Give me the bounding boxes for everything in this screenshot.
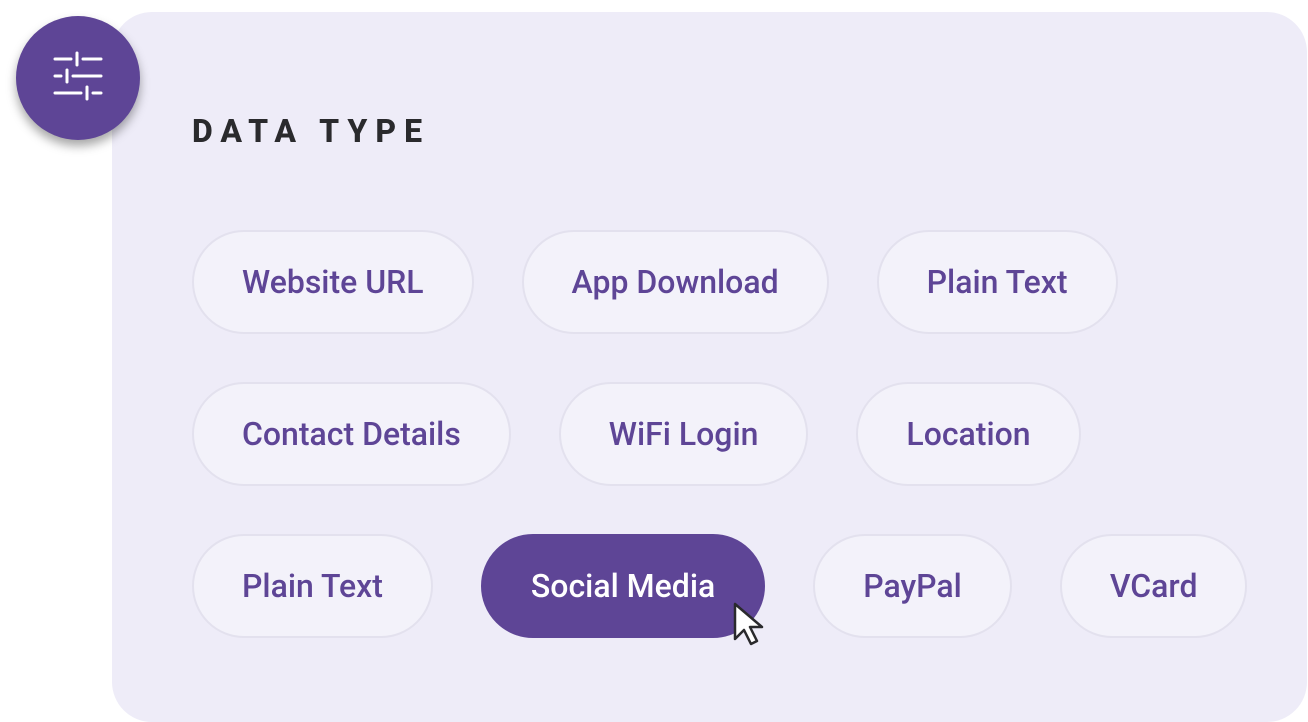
options-row-2: Contact Details WiFi Login Location [192, 382, 1237, 486]
option-label: Plain Text [242, 567, 383, 605]
option-wifi-login[interactable]: WiFi Login [559, 382, 809, 486]
options-row-3: Plain Text Social Media PayPal VCard [192, 534, 1237, 638]
option-label: Social Media [531, 567, 715, 605]
options-container: Website URL App Download Plain Text Cont… [192, 230, 1237, 638]
option-location[interactable]: Location [856, 382, 1080, 486]
option-vcard[interactable]: VCard [1060, 534, 1248, 638]
option-label: Location [906, 415, 1030, 453]
options-row-1: Website URL App Download Plain Text [192, 230, 1237, 334]
panel-heading: DATA TYPE [192, 112, 1237, 150]
option-contact-details[interactable]: Contact Details [192, 382, 511, 486]
cursor-icon [732, 601, 768, 651]
option-social-media[interactable]: Social Media [481, 534, 765, 638]
option-paypal[interactable]: PayPal [813, 534, 1012, 638]
option-label: PayPal [863, 567, 962, 605]
option-label: App Download [572, 263, 779, 301]
option-label: Contact Details [242, 415, 461, 453]
option-plain-text[interactable]: Plain Text [877, 230, 1118, 334]
option-label: VCard [1110, 567, 1198, 605]
option-plain-text-2[interactable]: Plain Text [192, 534, 433, 638]
option-label: Website URL [242, 263, 424, 301]
option-label: Plain Text [927, 263, 1068, 301]
settings-badge[interactable] [16, 16, 140, 140]
option-label: WiFi Login [609, 415, 759, 453]
sliders-icon [49, 47, 107, 109]
data-type-panel: DATA TYPE Website URL App Download Plain… [112, 12, 1307, 722]
option-website-url[interactable]: Website URL [192, 230, 474, 334]
option-app-download[interactable]: App Download [522, 230, 829, 334]
